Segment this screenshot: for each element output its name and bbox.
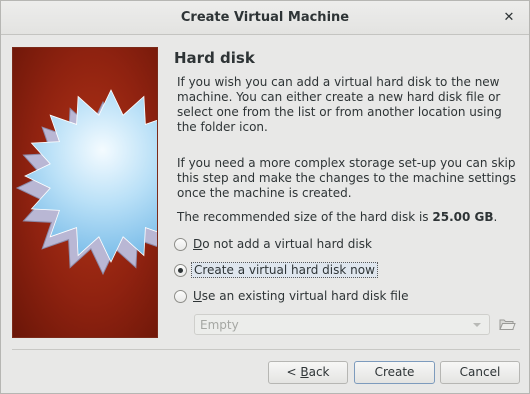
button-separator — [12, 349, 520, 350]
folder-open-icon[interactable] — [497, 314, 517, 334]
radio-existing-disk[interactable] — [174, 289, 187, 303]
back-button-text: ack — [308, 365, 330, 379]
recommended-size-text: The recommended size of the hard disk is… — [177, 210, 522, 225]
option-no-disk-label: Do not add a virtual hard disk — [193, 237, 372, 251]
create-vm-dialog: Create Virtual Machine ✕ Hard disk If yo… — [0, 0, 530, 394]
option-create-disk[interactable]: Create a virtual hard disk now — [174, 261, 378, 279]
mnemonic-b: B — [300, 365, 309, 379]
wizard-side-image — [12, 47, 158, 338]
recommended-size-value: 25.00 GB — [432, 210, 494, 224]
existing-disk-combo-value: Empty — [200, 318, 239, 332]
skip-paragraph: If you need a more complex storage set-u… — [177, 156, 516, 200]
titlebar: Create Virtual Machine ✕ — [1, 1, 529, 35]
mnemonic-u: U — [193, 289, 202, 303]
mnemonic-d: D — [193, 237, 203, 251]
option-existing-disk[interactable]: Use an existing virtual hard disk file — [174, 287, 409, 305]
back-button[interactable]: < Back — [268, 361, 348, 384]
option-existing-disk-label: Use an existing virtual hard disk file — [193, 289, 409, 303]
option-existing-disk-text: se an existing virtual hard disk file — [201, 289, 409, 303]
page-title: Hard disk — [174, 49, 255, 67]
existing-disk-combo[interactable]: Empty — [194, 314, 490, 335]
radio-create-disk[interactable] — [174, 263, 187, 277]
virtualbox-starburst-icon — [15, 89, 157, 276]
cancel-button[interactable]: Cancel — [440, 361, 520, 384]
recommended-suffix: . — [493, 210, 498, 224]
intro-paragraph: If you wish you can add a virtual hard d… — [177, 75, 502, 134]
option-no-disk-text: o not add a virtual hard disk — [202, 237, 372, 251]
create-button[interactable]: Create — [354, 361, 435, 384]
back-button-prefix: < — [286, 365, 301, 379]
option-create-disk-label: Create a virtual hard disk now — [191, 262, 378, 278]
recommended-prefix: The recommended size of the hard disk is — [177, 210, 433, 224]
radio-no-disk[interactable] — [174, 237, 187, 251]
window-title: Create Virtual Machine — [180, 10, 350, 25]
chevron-down-icon — [473, 323, 481, 327]
close-icon[interactable]: ✕ — [499, 8, 519, 28]
option-no-disk[interactable]: Do not add a virtual hard disk — [174, 235, 372, 253]
